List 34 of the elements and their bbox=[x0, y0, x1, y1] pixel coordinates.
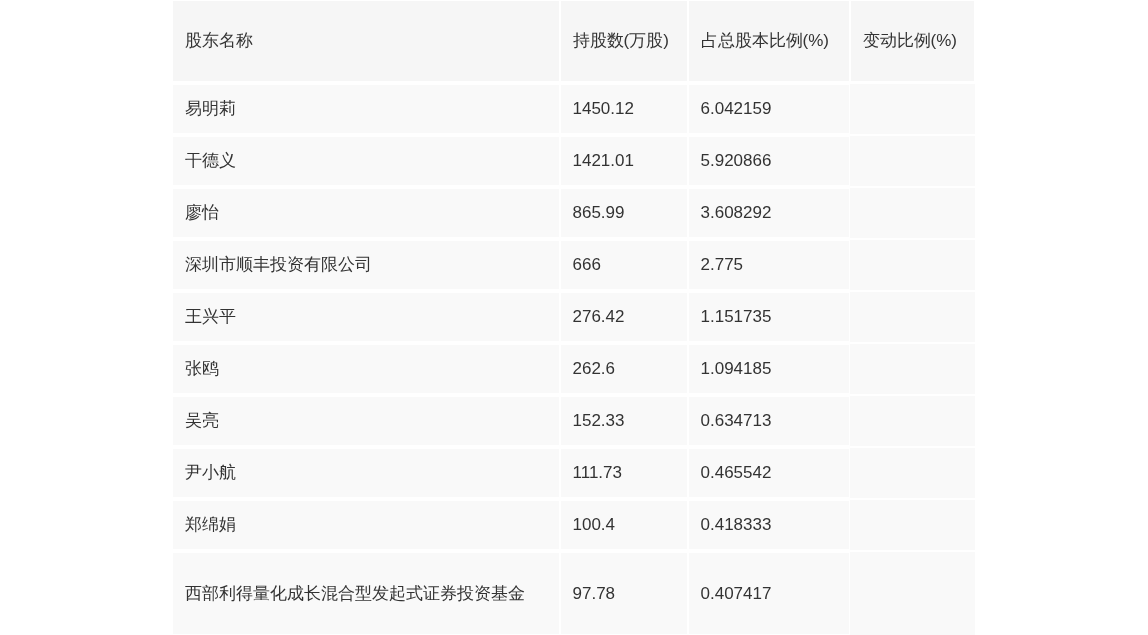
table-cell: 0.418333 bbox=[687, 500, 850, 550]
table-cell: 0.407417 bbox=[687, 552, 850, 635]
table-cell: 5.920866 bbox=[687, 136, 850, 186]
table-cell: 262.6 bbox=[559, 344, 688, 394]
column-header: 股东名称 bbox=[171, 0, 560, 82]
table-cell: 0.465542 bbox=[687, 448, 850, 498]
table-cell: 100.4 bbox=[559, 500, 688, 550]
table-cell: 深圳市顺丰投资有限公司 bbox=[171, 240, 560, 290]
table-cell: 276.42 bbox=[559, 292, 688, 342]
table-cell: 97.78 bbox=[559, 552, 688, 635]
table-cell: 1.151735 bbox=[687, 292, 850, 342]
column-header: 变动比例(%) bbox=[849, 0, 975, 82]
table-cell: 1421.01 bbox=[559, 136, 688, 186]
table-cell: 1450.12 bbox=[559, 84, 688, 134]
column-header: 占总股本比例(%) bbox=[687, 0, 850, 82]
table-cell: 王兴平 bbox=[171, 292, 560, 342]
table-cell: 西部利得量化成长混合型发起式证券投资基金 bbox=[171, 552, 560, 635]
table-cell: 1.094185 bbox=[687, 344, 850, 394]
table-cell: 6.042159 bbox=[687, 84, 850, 134]
table-cell: 111.73 bbox=[559, 448, 688, 498]
table-cell: 0.634713 bbox=[687, 396, 850, 446]
table-cell: 张鸥 bbox=[171, 344, 560, 394]
table-cell: 尹小航 bbox=[171, 448, 560, 498]
table-cell: 2.775 bbox=[687, 240, 850, 290]
table-cell: 郑绵娟 bbox=[171, 500, 560, 550]
table-cell: 廖怡 bbox=[171, 188, 560, 238]
column-header: 持股数(万股) bbox=[559, 0, 688, 82]
table-cell: 3.608292 bbox=[687, 188, 850, 238]
table-cell: 吴亮 bbox=[171, 396, 560, 446]
table-cell: 干德义 bbox=[171, 136, 560, 186]
table-cell: 865.99 bbox=[559, 188, 688, 238]
table-cell: 易明莉 bbox=[171, 84, 560, 134]
table-cell: 152.33 bbox=[559, 396, 688, 446]
table-cell: 666 bbox=[559, 240, 688, 290]
